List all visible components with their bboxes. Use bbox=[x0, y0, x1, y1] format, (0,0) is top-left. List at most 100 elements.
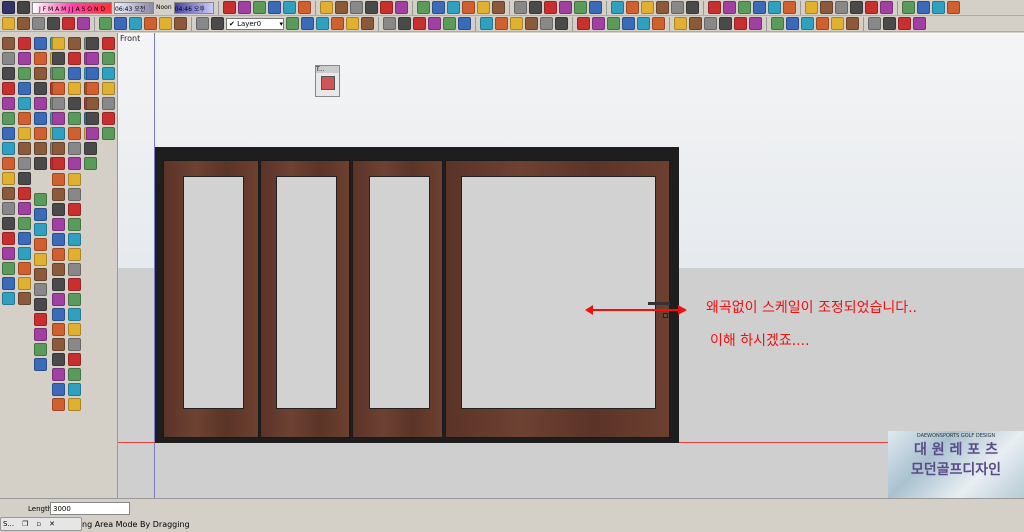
tool-icon[interactable] bbox=[18, 262, 31, 275]
tool-icon[interactable] bbox=[68, 323, 81, 336]
tool-icon[interactable] bbox=[610, 1, 624, 14]
tool-icon[interactable] bbox=[707, 1, 721, 14]
time-slider[interactable]: 06:43 오전 bbox=[114, 1, 154, 14]
tool-icon[interactable] bbox=[34, 208, 47, 221]
tool-icon[interactable] bbox=[86, 112, 99, 125]
tool-icon[interactable] bbox=[68, 37, 81, 50]
tool-icon[interactable] bbox=[689, 17, 702, 30]
info-icon[interactable] bbox=[2, 1, 15, 14]
tool-icon[interactable] bbox=[86, 97, 99, 110]
tool-icon[interactable] bbox=[2, 217, 15, 230]
tool-icon[interactable] bbox=[52, 37, 65, 50]
tool-icon[interactable] bbox=[364, 1, 378, 14]
tool-icon[interactable] bbox=[18, 127, 31, 140]
tool-icon[interactable] bbox=[52, 142, 65, 155]
tool-icon[interactable] bbox=[102, 127, 115, 140]
tool-icon[interactable] bbox=[931, 1, 945, 14]
tool-icon[interactable] bbox=[34, 238, 47, 251]
tool-icon[interactable] bbox=[804, 1, 818, 14]
tool-icon[interactable] bbox=[625, 1, 639, 14]
tool-icon[interactable] bbox=[237, 1, 251, 14]
tool-icon[interactable] bbox=[2, 127, 15, 140]
tool-icon[interactable] bbox=[622, 17, 635, 30]
tool-icon[interactable] bbox=[752, 1, 766, 14]
tool-icon[interactable] bbox=[47, 17, 60, 30]
restore-icon[interactable]: ❐ bbox=[22, 520, 28, 528]
tool-icon[interactable] bbox=[68, 383, 81, 396]
tool-icon[interactable] bbox=[86, 52, 99, 65]
tool-icon[interactable] bbox=[99, 17, 112, 30]
viewport[interactable]: Front T... 왜곡없이 스케일이 조정되었습니다.. 이해 하시겠죠..… bbox=[118, 33, 1024, 498]
tool-icon[interactable] bbox=[379, 1, 393, 14]
tool-icon[interactable] bbox=[868, 17, 881, 30]
close-icon[interactable]: ✕ bbox=[49, 520, 55, 528]
tool-icon[interactable] bbox=[18, 157, 31, 170]
tool-icon[interactable] bbox=[52, 308, 65, 321]
tool-icon[interactable] bbox=[771, 17, 784, 30]
tool-icon[interactable] bbox=[416, 1, 430, 14]
tool-icon[interactable] bbox=[68, 263, 81, 276]
tool-icon[interactable] bbox=[2, 262, 15, 275]
tool-icon[interactable] bbox=[704, 17, 717, 30]
tool-icon[interactable] bbox=[18, 67, 31, 80]
tool-icon[interactable] bbox=[18, 142, 31, 155]
tool-icon[interactable] bbox=[446, 1, 460, 14]
tool-icon[interactable] bbox=[588, 1, 602, 14]
tool-icon[interactable] bbox=[685, 1, 699, 14]
tool-icon[interactable] bbox=[734, 17, 747, 30]
tool-icon[interactable] bbox=[196, 17, 209, 30]
tool-icon[interactable] bbox=[786, 17, 799, 30]
tool-icon[interactable] bbox=[864, 1, 878, 14]
tool-icon[interactable] bbox=[68, 293, 81, 306]
tool-icon[interactable] bbox=[18, 187, 31, 200]
tool-icon[interactable] bbox=[883, 17, 896, 30]
tool-icon[interactable] bbox=[2, 97, 15, 110]
tool-icon[interactable] bbox=[68, 112, 81, 125]
tool-icon[interactable] bbox=[18, 292, 31, 305]
tool-icon[interactable] bbox=[68, 97, 81, 110]
tool-icon[interactable] bbox=[68, 127, 81, 140]
tool-icon[interactable] bbox=[52, 248, 65, 261]
tool-icon[interactable] bbox=[144, 17, 157, 30]
tool-icon[interactable] bbox=[18, 172, 31, 185]
tool-icon[interactable] bbox=[34, 313, 47, 326]
tool-icon[interactable] bbox=[52, 127, 65, 140]
tool-icon[interactable] bbox=[18, 82, 31, 95]
tool-icon[interactable] bbox=[879, 1, 893, 14]
tool-icon[interactable] bbox=[349, 1, 363, 14]
tool-icon[interactable] bbox=[383, 17, 396, 30]
tool-icon[interactable] bbox=[640, 1, 654, 14]
tool-icon[interactable] bbox=[2, 112, 15, 125]
tool-icon[interactable] bbox=[458, 17, 471, 30]
tool-icon[interactable] bbox=[34, 112, 47, 125]
tool-icon[interactable] bbox=[52, 82, 65, 95]
tool-icon[interactable] bbox=[68, 142, 81, 155]
tool-icon[interactable] bbox=[52, 97, 65, 110]
tool-icon[interactable] bbox=[68, 82, 81, 95]
tool-icon[interactable] bbox=[267, 1, 281, 14]
tool-icon[interactable] bbox=[34, 268, 47, 281]
tool-icon[interactable] bbox=[102, 112, 115, 125]
tool-icon[interactable] bbox=[834, 1, 848, 14]
tool-icon[interactable] bbox=[652, 17, 665, 30]
tool-icon[interactable] bbox=[719, 17, 732, 30]
tool-icon[interactable] bbox=[114, 17, 127, 30]
tool-icon[interactable] bbox=[52, 233, 65, 246]
tool-icon[interactable] bbox=[34, 157, 47, 170]
tool-icon[interactable] bbox=[301, 17, 314, 30]
tool-icon[interactable] bbox=[461, 1, 475, 14]
tool-icon[interactable] bbox=[18, 232, 31, 245]
tool-icon[interactable] bbox=[84, 157, 97, 170]
tool-icon[interactable] bbox=[34, 97, 47, 110]
tool-icon[interactable] bbox=[102, 67, 115, 80]
tool-icon[interactable] bbox=[495, 17, 508, 30]
tool-icon[interactable] bbox=[34, 142, 47, 155]
tool-icon[interactable] bbox=[510, 17, 523, 30]
tool-icon[interactable] bbox=[2, 172, 15, 185]
tool-icon[interactable] bbox=[34, 67, 47, 80]
tool-icon[interactable] bbox=[34, 127, 47, 140]
tool-icon[interactable] bbox=[34, 193, 47, 206]
tool-icon[interactable] bbox=[431, 1, 445, 14]
tool-icon[interactable] bbox=[68, 353, 81, 366]
tool-icon[interactable] bbox=[68, 157, 81, 170]
